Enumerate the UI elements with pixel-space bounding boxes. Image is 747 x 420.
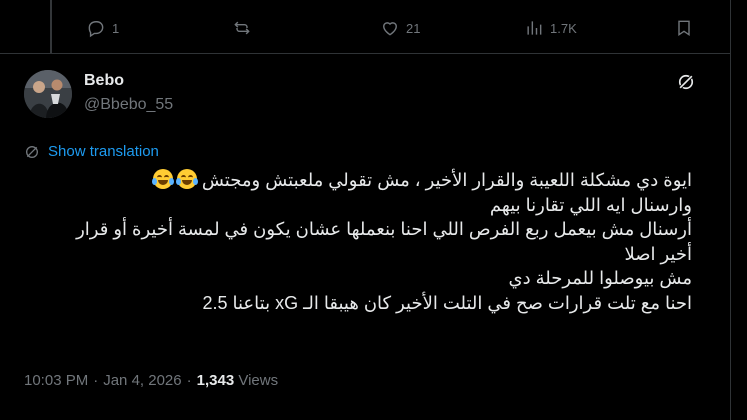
author-handle[interactable]: @Bbebo_55	[84, 96, 173, 114]
reply-button[interactable]: 1	[86, 14, 119, 42]
post-divider	[0, 53, 730, 54]
previous-post-action-bar: 1 21 1.7K	[0, 0, 730, 56]
avatar-photo	[24, 70, 72, 118]
grok-button[interactable]	[676, 72, 696, 92]
repost-icon	[234, 21, 250, 35]
post-card: 1 21 1.7K Bebo @Bbebo_55 Show translatio…	[0, 0, 731, 420]
post-text-line: أخير اصلا	[624, 243, 692, 264]
post-text-line: وارسنال ايه اللي تقارنا بيهم	[489, 194, 692, 215]
post-metadata: 10:03 PM · Jan 4, 2026 · 1,343 Views	[24, 372, 278, 389]
repost-button[interactable]	[232, 14, 258, 42]
view-count: 1.7K	[550, 20, 577, 36]
post-text-line: احنا مع تلت قرارات صح في التلت الأخير كا…	[202, 292, 692, 313]
show-translation-label: Show translation	[48, 143, 159, 160]
like-button[interactable]: 21	[380, 14, 420, 42]
like-count: 21	[406, 20, 421, 36]
translate-icon	[26, 145, 38, 158]
post-time[interactable]: 10:03 PM	[24, 372, 88, 389]
post-text-line: أرسنال مش بيعمل ربع الفرص اللي احنا بنعم…	[76, 219, 692, 239]
face-with-tears-of-joy-icon	[151, 169, 174, 189]
post-text: ايوة دي مشكلة اللعيبة والقرار الأخير ، م…	[30, 168, 692, 315]
heart-icon	[383, 22, 397, 36]
post-views[interactable]: 1,343 Views	[197, 372, 278, 389]
views-button[interactable]: 1.7K	[524, 14, 577, 42]
meta-separator: ·	[186, 372, 192, 389]
reply-count: 1	[112, 20, 120, 36]
grok-icon	[678, 74, 694, 90]
show-translation-link[interactable]: Show translation	[24, 143, 159, 160]
avatar[interactable]	[24, 70, 72, 118]
author-name[interactable]: Bebo	[84, 72, 124, 90]
bookmark-button[interactable]	[674, 14, 694, 42]
post-text-line: ايوة دي مشكلة اللعيبة والقرار الأخير ، م…	[30, 168, 692, 193]
face-with-tears-of-joy-icon	[175, 169, 198, 189]
post-date[interactable]: Jan 4, 2026	[103, 372, 181, 389]
meta-separator: ·	[93, 372, 99, 389]
views-count: 1,343	[196, 372, 235, 389]
views-label: Views	[238, 372, 279, 389]
analytics-icon	[527, 21, 542, 35]
reply-icon	[88, 21, 104, 38]
bookmark-icon	[678, 20, 690, 36]
post-text-line: مش بيوصلوا للمرحلة دي	[508, 268, 693, 288]
